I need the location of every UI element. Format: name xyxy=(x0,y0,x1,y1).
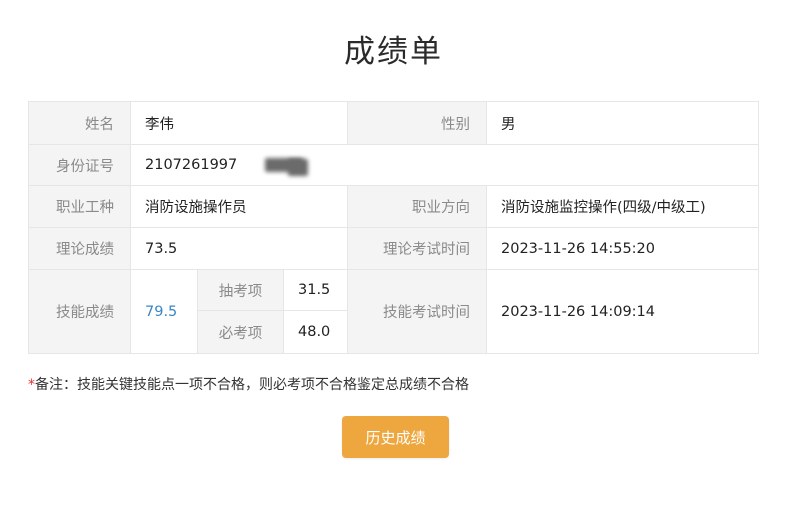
theory-time-value: 2023-11-26 14:55:20 xyxy=(487,228,758,270)
id-number-label: 身份证号 xyxy=(29,145,131,186)
id-number-text: 2107261997 xyxy=(145,157,238,173)
sampled-item-value: 31.5 xyxy=(284,270,348,311)
history-scores-button[interactable]: 历史成绩 xyxy=(342,416,449,458)
gender-label: 性别 xyxy=(348,102,487,145)
remark-text: 备注：技能关键技能点一项不合格，则必考项不合格鉴定总成绩不合格 xyxy=(35,377,469,393)
skill-score-label: 技能成绩 xyxy=(29,270,131,353)
id-number-value: 2107261997 xyxy=(131,145,758,186)
skill-time-value: 2023-11-26 14:09:14 xyxy=(487,270,758,353)
direction-value: 消防设施监控操作(四级/中级工) xyxy=(487,186,758,228)
score-report-page: 成绩单 姓名 李伟 性别 男 身份证号 2107261997 职业工种 消防设施… xyxy=(0,0,787,511)
name-label: 姓名 xyxy=(29,102,131,145)
skill-time-label: 技能考试时间 xyxy=(348,270,487,353)
required-item-label: 必考项 xyxy=(198,311,284,353)
required-item-value: 48.0 xyxy=(284,311,348,353)
theory-score-value: 73.5 xyxy=(131,228,348,270)
sampled-item-label: 抽考项 xyxy=(198,270,284,311)
occupation-label: 职业工种 xyxy=(29,186,131,228)
direction-label: 职业方向 xyxy=(348,186,487,228)
redaction-mark xyxy=(288,159,308,176)
remark-note: *备注：技能关键技能点一项不合格，则必考项不合格鉴定总成绩不合格 xyxy=(28,374,469,394)
remark-star: * xyxy=(28,377,35,393)
occupation-value: 消防设施操作员 xyxy=(131,186,348,228)
score-table: 姓名 李伟 性别 男 身份证号 2107261997 职业工种 消防设施操作员 … xyxy=(28,101,759,354)
theory-score-label: 理论成绩 xyxy=(29,228,131,270)
name-value: 李伟 xyxy=(131,102,348,145)
gender-value: 男 xyxy=(487,102,758,145)
skill-score-value: 79.5 xyxy=(131,270,198,353)
page-title: 成绩单 xyxy=(344,34,443,70)
theory-time-label: 理论考试时间 xyxy=(348,228,487,270)
